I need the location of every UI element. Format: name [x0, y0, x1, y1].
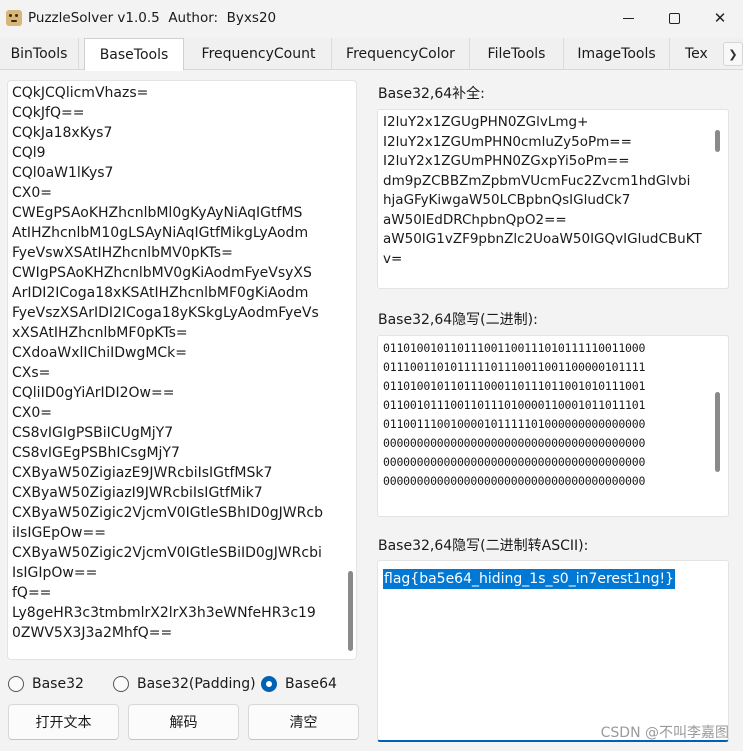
padding-output[interactable]: I2luY2x1ZGUgPHN0ZGlvLmg+ I2luY2x1ZGUmPHN… [377, 109, 729, 289]
radio-base64[interactable]: Base64 [261, 672, 337, 696]
tab-frequencycount[interactable]: FrequencyCount [186, 38, 332, 70]
radio-base32-padding-dot [113, 676, 129, 692]
minimize-button[interactable] [605, 0, 651, 36]
radio-base32-dot [8, 676, 24, 692]
tab-imagetools[interactable]: ImageTools [564, 38, 670, 70]
open-text-button[interactable]: 打开文本 [8, 704, 119, 740]
padding-output-text: I2luY2x1ZGUgPHN0ZGlvLmg+ I2luY2x1ZGUmPHN… [383, 114, 702, 267]
window-controls: ✕ [605, 0, 743, 36]
tab-filetools[interactable]: FileTools [470, 38, 564, 70]
input-text: CQkJCQlicmVhazs= CQkJfQ== CQkJa18xKys7 C… [12, 85, 323, 641]
close-button[interactable]: ✕ [697, 0, 743, 36]
binary-output-text: 011010010110111001100111010111110011000 … [383, 341, 646, 488]
flag-text: flag{ba5e64_hiding_1s_s0_in7erest1ng!} [383, 569, 676, 589]
chevron-right-icon: ❯ [728, 47, 738, 61]
input-textarea[interactable]: CQkJCQlicmVhazs= CQkJfQ== CQkJa18xKys7 C… [7, 80, 357, 660]
app-icon [6, 10, 22, 26]
radio-base32-label: Base32 [32, 676, 84, 692]
tab-frequencycolor[interactable]: FrequencyColor [332, 38, 470, 70]
tab-basetools[interactable]: BaseTools [84, 38, 184, 71]
tab-scroll-button[interactable]: ❯ [723, 42, 743, 66]
radio-base64-label: Base64 [285, 676, 337, 692]
binary-output[interactable]: 011010010110111001100111010111110011000 … [377, 335, 729, 517]
close-icon: ✕ [713, 9, 727, 27]
minimize-icon [622, 17, 634, 19]
tab-texttools[interactable]: Tex [670, 38, 722, 70]
radio-base32-padding-label: Base32(Padding) [137, 676, 256, 692]
tab-bintools[interactable]: BinTools [0, 38, 79, 70]
window-title: PuzzleSolver v1.0.5 Author: Byxs20 [28, 10, 277, 26]
radio-base64-dot [261, 676, 277, 692]
title-bar: PuzzleSolver v1.0.5 Author: Byxs20 ✕ [0, 0, 743, 36]
decode-button[interactable]: 解码 [128, 704, 239, 740]
input-scrollbar-thumb[interactable] [348, 571, 353, 651]
encoding-radio-group: Base32 Base32(Padding) Base64 [0, 672, 370, 696]
tab-bar: BinTools BaseTools FrequencyCount Freque… [0, 38, 743, 71]
padding-scrollbar-thumb[interactable] [715, 130, 720, 152]
clear-button[interactable]: 清空 [248, 704, 359, 740]
padding-label: Base32,64补全: [378, 86, 485, 102]
binary-scrollbar-thumb[interactable] [715, 392, 720, 472]
radio-base32-padding[interactable]: Base32(Padding) [113, 672, 256, 696]
ascii-label: Base32,64隐写(二进制转ASCII): [378, 538, 589, 554]
radio-base32[interactable]: Base32 [8, 672, 84, 696]
maximize-button[interactable] [651, 0, 697, 36]
maximize-icon [668, 12, 680, 24]
ascii-output[interactable]: flag{ba5e64_hiding_1s_s0_in7erest1ng!} [377, 560, 729, 742]
binary-label: Base32,64隐写(二进制): [378, 312, 538, 328]
watermark: CSDN @不叫李嘉图 [600, 725, 729, 741]
